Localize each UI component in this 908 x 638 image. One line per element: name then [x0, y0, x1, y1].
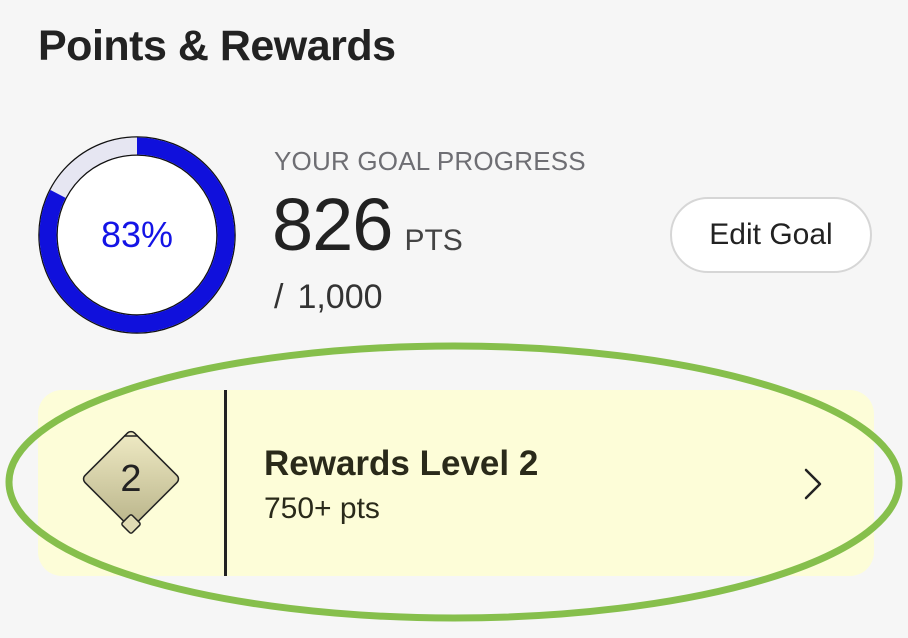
edit-goal-button[interactable]: Edit Goal — [670, 197, 872, 273]
points-unit: PTS — [404, 224, 463, 257]
goal-progress-caption: YOUR GOAL PROGRESS — [274, 146, 586, 176]
progress-percent: 83% — [100, 214, 174, 255]
rewards-level-points: 750+ pts — [264, 492, 380, 525]
goal-points-row: 826 PTS — [272, 188, 463, 262]
current-points: 826 — [272, 183, 393, 266]
level-card-divider — [224, 390, 227, 576]
badge-level-number: 2 — [120, 457, 142, 500]
goal-progress-ring: 83% — [36, 134, 238, 336]
chevron-right-icon[interactable] — [796, 464, 826, 504]
points-rewards-page: Points & Rewards 83% YOUR GOAL PROGRESS … — [0, 0, 908, 638]
goal-total-points: 1,000 — [297, 278, 383, 316]
total-separator: / — [274, 278, 284, 316]
page-title: Points & Rewards — [38, 22, 396, 70]
rewards-level-name: Rewards Level 2 — [264, 444, 539, 483]
goal-total-row: / 1,000 — [274, 278, 383, 317]
diamond-badge-icon: 2 — [74, 422, 188, 536]
